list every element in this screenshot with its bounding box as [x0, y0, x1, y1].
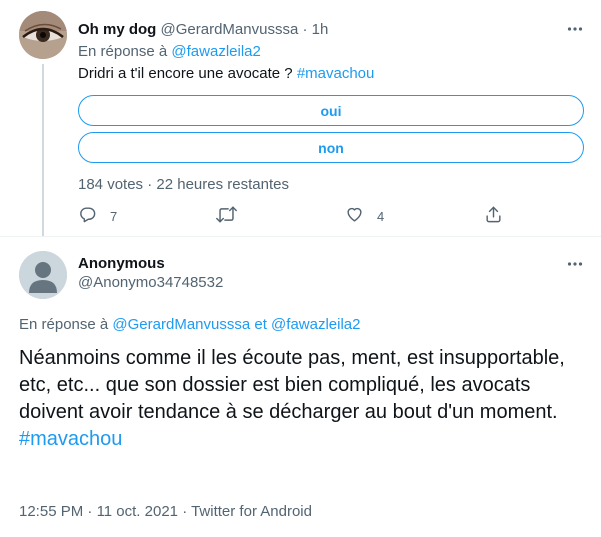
avatar[interactable]: [19, 11, 67, 59]
tweet-body: Néanmoins comme il les écoute pas, ment,…: [19, 347, 565, 423]
reply-conjunction: et: [254, 316, 267, 333]
poll-option-non[interactable]: non: [78, 132, 584, 163]
tweet-time[interactable]: 1h: [312, 21, 329, 38]
more-icon[interactable]: [566, 20, 584, 38]
tweet-date[interactable]: 11 oct. 2021: [97, 503, 178, 520]
separator: ·: [182, 503, 188, 520]
divider: [0, 236, 601, 237]
share-icon: [484, 205, 503, 227]
reply-icon: [78, 205, 97, 227]
user-handle[interactable]: @Anonymo34748532: [78, 274, 223, 292]
poll-tweet: Oh my dog @GerardManvusssa · 1h En répon…: [0, 0, 601, 236]
reply-button[interactable]: 7: [78, 206, 117, 226]
poll-option-oui[interactable]: oui: [78, 95, 584, 126]
tweet-body: Dridri a t'il encore une avocate ?: [78, 65, 297, 82]
retweet-button[interactable]: [216, 206, 250, 226]
user-handle[interactable]: @GerardManvusssa: [161, 21, 299, 38]
reply-mention-2[interactable]: @fawazleila2: [271, 316, 360, 333]
tweet-timestamp[interactable]: 12:55 PM: [19, 503, 83, 520]
poll-remaining: 22 heures restantes: [156, 176, 289, 193]
like-count: 4: [377, 208, 385, 224]
more-icon[interactable]: [566, 255, 584, 273]
separator: ·: [147, 176, 153, 193]
separator: ·: [87, 503, 93, 520]
reply-mention-1[interactable]: @GerardManvusssa: [112, 316, 250, 333]
tweet-text: Néanmoins comme il les écoute pas, ment,…: [19, 345, 589, 453]
display-name[interactable]: Anonymous: [78, 255, 165, 273]
default-avatar-icon: [19, 251, 67, 299]
like-icon: [345, 205, 364, 227]
like-button[interactable]: 4: [345, 206, 384, 226]
thread-connector: [42, 64, 44, 236]
hashtag-link[interactable]: #mavachou: [297, 65, 375, 82]
reply-context: En réponse à @GerardManvusssa et @fawazl…: [19, 316, 360, 334]
reply-mention[interactable]: @fawazleila2: [171, 43, 260, 60]
separator: ·: [302, 21, 308, 38]
reply-context: En réponse à @fawazleila2: [78, 43, 261, 61]
reply-count: 7: [110, 208, 118, 224]
tweet-source[interactable]: Twitter for Android: [191, 503, 312, 520]
avatar[interactable]: [19, 251, 67, 299]
display-name[interactable]: Oh my dog: [78, 21, 156, 38]
reply-prefix: En réponse à: [78, 43, 168, 60]
tweet-meta: 12:55 PM · 11 oct. 2021 · Twitter for An…: [19, 503, 312, 521]
reply-prefix: En réponse à: [19, 316, 109, 333]
tweet-header: Oh my dog @GerardManvusssa · 1h: [78, 21, 328, 39]
tweet-text: Dridri a t'il encore une avocate ? #mava…: [78, 65, 374, 83]
retweet-icon: [216, 205, 237, 227]
eye-photo-icon: [19, 11, 67, 59]
poll-meta: 184 votes · 22 heures restantes: [78, 176, 289, 194]
hashtag-link[interactable]: #mavachou: [19, 426, 589, 453]
poll-votes: 184 votes: [78, 176, 144, 193]
share-button[interactable]: [484, 206, 503, 226]
